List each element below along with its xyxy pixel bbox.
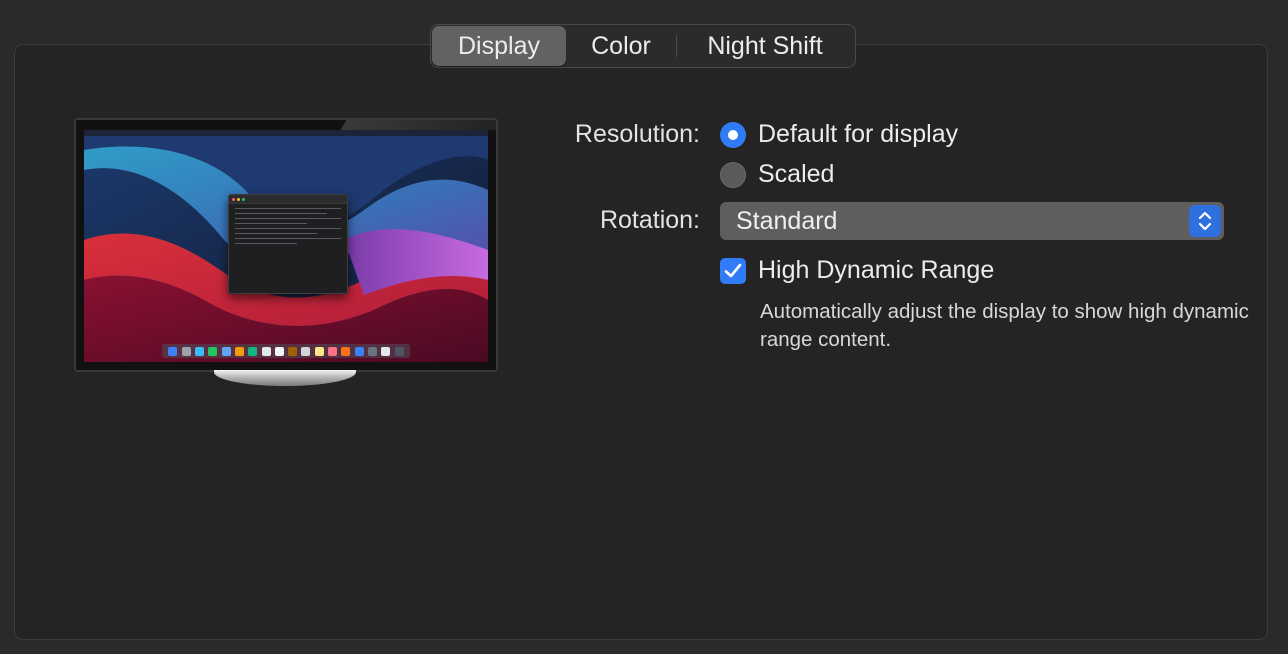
mini-text-line [235, 208, 341, 209]
close-dot-icon [232, 197, 235, 201]
minimize-dot-icon [237, 197, 240, 201]
tab-night-shift[interactable]: Night Shift [677, 26, 853, 66]
dock-app-icon [368, 346, 377, 356]
dock-trash-icon [394, 346, 404, 356]
dock-app-icon [274, 346, 284, 356]
mini-text-line [235, 228, 341, 229]
resolution-label: Resolution: [574, 120, 700, 148]
dock-app-icon [181, 346, 191, 356]
mini-text-line [235, 223, 307, 224]
dock-app-icon [248, 346, 258, 356]
mini-text-line [235, 238, 341, 239]
rotation-select[interactable]: Standard [720, 202, 1224, 240]
tab-display[interactable]: Display [432, 26, 566, 66]
tab-segmented-control: Display Color Night Shift [430, 24, 856, 68]
dock-app-icon [221, 346, 231, 356]
hdr-checkbox-row[interactable]: High Dynamic Range [720, 256, 994, 285]
display-preview-screen [84, 130, 488, 362]
dock-app-icon [288, 346, 298, 356]
dock-app-icon [168, 346, 178, 356]
dock-app-icon [381, 346, 391, 356]
resolution-option-label: Default for display [758, 120, 959, 148]
dock-app-icon [301, 346, 311, 356]
rotation-select-value: Standard [736, 206, 838, 235]
chevron-up-down-icon[interactable] [1189, 205, 1221, 237]
zoom-dot-icon [242, 197, 245, 201]
mini-app-window [228, 194, 348, 294]
mini-text-line [235, 218, 341, 219]
radio-unselected-icon[interactable] [720, 161, 746, 188]
hdr-label: High Dynamic Range [758, 256, 995, 284]
dock-app-icon [354, 346, 364, 356]
mini-text-line [235, 243, 297, 244]
mini-menubar [84, 130, 488, 136]
mini-titlebar [229, 195, 347, 204]
radio-selected-icon[interactable] [720, 121, 746, 148]
dock-app-icon [208, 346, 218, 356]
resolution-option-label: Scaled [758, 160, 835, 188]
hdr-description: Automatically adjust the display to show… [760, 300, 1249, 351]
resolution-option-scaled[interactable]: Scaled [720, 160, 834, 189]
mini-text-line [235, 213, 327, 214]
checkmark-icon[interactable] [720, 257, 746, 284]
tab-color[interactable]: Color [566, 26, 676, 66]
dock-app-icon [328, 346, 338, 356]
dock-app-icon [341, 346, 351, 356]
dock-app-icon [314, 346, 324, 356]
mini-text-line [235, 233, 317, 234]
displays-preferences-window: Display Color Night Shift Resolution: De… [0, 0, 1288, 654]
resolution-option-default[interactable]: Default for display [720, 120, 958, 149]
dock-app-icon [194, 346, 204, 356]
dock-app-icon [261, 346, 271, 356]
rotation-label: Rotation: [599, 206, 700, 234]
mini-dock [162, 344, 410, 358]
display-preview-image [74, 118, 498, 372]
dock-app-icon [234, 346, 244, 356]
